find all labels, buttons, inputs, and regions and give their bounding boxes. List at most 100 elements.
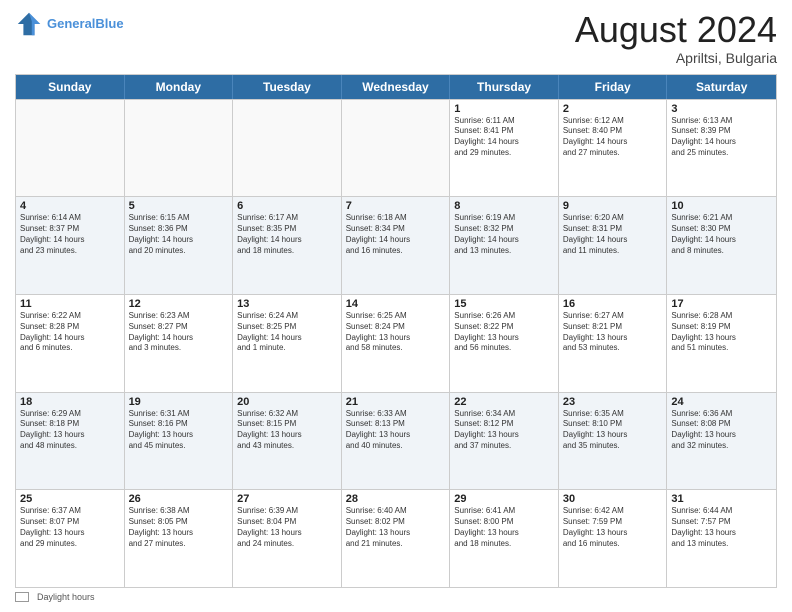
cell-info: Sunrise: 6:29 AMSunset: 8:18 PMDaylight:… — [20, 409, 120, 452]
day-number: 29 — [454, 493, 554, 505]
legend-box — [15, 592, 29, 602]
cell-info: Sunrise: 6:15 AMSunset: 8:36 PMDaylight:… — [129, 213, 229, 256]
legend-label: Daylight hours — [37, 592, 95, 602]
month-title: August 2024 — [575, 10, 777, 50]
calendar-cell: 27Sunrise: 6:39 AMSunset: 8:04 PMDayligh… — [233, 490, 342, 587]
day-number: 28 — [346, 493, 446, 505]
cell-info: Sunrise: 6:37 AMSunset: 8:07 PMDaylight:… — [20, 506, 120, 549]
cell-info: Sunrise: 6:34 AMSunset: 8:12 PMDaylight:… — [454, 409, 554, 452]
cell-info: Sunrise: 6:39 AMSunset: 8:04 PMDaylight:… — [237, 506, 337, 549]
day-number: 4 — [20, 200, 120, 212]
calendar-cell: 20Sunrise: 6:32 AMSunset: 8:15 PMDayligh… — [233, 393, 342, 490]
day-number: 25 — [20, 493, 120, 505]
day-number: 15 — [454, 298, 554, 310]
cell-info: Sunrise: 6:44 AMSunset: 7:57 PMDaylight:… — [671, 506, 772, 549]
day-number: 30 — [563, 493, 663, 505]
cell-info: Sunrise: 6:19 AMSunset: 8:32 PMDaylight:… — [454, 213, 554, 256]
day-number: 8 — [454, 200, 554, 212]
weekday-header-monday: Monday — [125, 75, 234, 99]
header: GeneralBlue August 2024 Apriltsi, Bulgar… — [15, 10, 777, 66]
calendar-cell — [125, 100, 234, 197]
day-number: 18 — [20, 396, 120, 408]
day-number: 23 — [563, 396, 663, 408]
calendar-cell: 18Sunrise: 6:29 AMSunset: 8:18 PMDayligh… — [16, 393, 125, 490]
calendar-cell: 10Sunrise: 6:21 AMSunset: 8:30 PMDayligh… — [667, 197, 776, 294]
calendar-row-4: 18Sunrise: 6:29 AMSunset: 8:18 PMDayligh… — [16, 392, 776, 490]
calendar-cell: 3Sunrise: 6:13 AMSunset: 8:39 PMDaylight… — [667, 100, 776, 197]
title-block: August 2024 Apriltsi, Bulgaria — [575, 10, 777, 66]
calendar-cell: 12Sunrise: 6:23 AMSunset: 8:27 PMDayligh… — [125, 295, 234, 392]
cell-info: Sunrise: 6:41 AMSunset: 8:00 PMDaylight:… — [454, 506, 554, 549]
day-number: 16 — [563, 298, 663, 310]
calendar-cell: 9Sunrise: 6:20 AMSunset: 8:31 PMDaylight… — [559, 197, 668, 294]
calendar-cell: 22Sunrise: 6:34 AMSunset: 8:12 PMDayligh… — [450, 393, 559, 490]
cell-info: Sunrise: 6:42 AMSunset: 7:59 PMDaylight:… — [563, 506, 663, 549]
calendar-cell: 15Sunrise: 6:26 AMSunset: 8:22 PMDayligh… — [450, 295, 559, 392]
calendar-cell: 17Sunrise: 6:28 AMSunset: 8:19 PMDayligh… — [667, 295, 776, 392]
calendar-cell: 31Sunrise: 6:44 AMSunset: 7:57 PMDayligh… — [667, 490, 776, 587]
cell-info: Sunrise: 6:25 AMSunset: 8:24 PMDaylight:… — [346, 311, 446, 354]
calendar-cell: 13Sunrise: 6:24 AMSunset: 8:25 PMDayligh… — [233, 295, 342, 392]
calendar-cell: 16Sunrise: 6:27 AMSunset: 8:21 PMDayligh… — [559, 295, 668, 392]
day-number: 20 — [237, 396, 337, 408]
calendar-cell: 26Sunrise: 6:38 AMSunset: 8:05 PMDayligh… — [125, 490, 234, 587]
cell-info: Sunrise: 6:20 AMSunset: 8:31 PMDaylight:… — [563, 213, 663, 256]
logo-icon — [15, 10, 43, 38]
calendar: SundayMondayTuesdayWednesdayThursdayFrid… — [15, 74, 777, 588]
weekday-header-tuesday: Tuesday — [233, 75, 342, 99]
calendar-cell: 2Sunrise: 6:12 AMSunset: 8:40 PMDaylight… — [559, 100, 668, 197]
calendar-cell: 8Sunrise: 6:19 AMSunset: 8:32 PMDaylight… — [450, 197, 559, 294]
day-number: 27 — [237, 493, 337, 505]
cell-info: Sunrise: 6:24 AMSunset: 8:25 PMDaylight:… — [237, 311, 337, 354]
calendar-row-3: 11Sunrise: 6:22 AMSunset: 8:28 PMDayligh… — [16, 294, 776, 392]
weekday-header-friday: Friday — [559, 75, 668, 99]
calendar-cell: 28Sunrise: 6:40 AMSunset: 8:02 PMDayligh… — [342, 490, 451, 587]
day-number: 5 — [129, 200, 229, 212]
cell-info: Sunrise: 6:17 AMSunset: 8:35 PMDaylight:… — [237, 213, 337, 256]
day-number: 6 — [237, 200, 337, 212]
calendar-cell: 11Sunrise: 6:22 AMSunset: 8:28 PMDayligh… — [16, 295, 125, 392]
calendar-cell: 1Sunrise: 6:11 AMSunset: 8:41 PMDaylight… — [450, 100, 559, 197]
calendar-cell: 6Sunrise: 6:17 AMSunset: 8:35 PMDaylight… — [233, 197, 342, 294]
logo-line2: Blue — [95, 16, 123, 31]
day-number: 3 — [671, 103, 772, 115]
day-number: 9 — [563, 200, 663, 212]
calendar-cell: 25Sunrise: 6:37 AMSunset: 8:07 PMDayligh… — [16, 490, 125, 587]
cell-info: Sunrise: 6:33 AMSunset: 8:13 PMDaylight:… — [346, 409, 446, 452]
cell-info: Sunrise: 6:21 AMSunset: 8:30 PMDaylight:… — [671, 213, 772, 256]
calendar-cell: 21Sunrise: 6:33 AMSunset: 8:13 PMDayligh… — [342, 393, 451, 490]
calendar-cell: 7Sunrise: 6:18 AMSunset: 8:34 PMDaylight… — [342, 197, 451, 294]
day-number: 24 — [671, 396, 772, 408]
cell-info: Sunrise: 6:23 AMSunset: 8:27 PMDaylight:… — [129, 311, 229, 354]
cell-info: Sunrise: 6:35 AMSunset: 8:10 PMDaylight:… — [563, 409, 663, 452]
calendar-cell: 14Sunrise: 6:25 AMSunset: 8:24 PMDayligh… — [342, 295, 451, 392]
cell-info: Sunrise: 6:36 AMSunset: 8:08 PMDaylight:… — [671, 409, 772, 452]
calendar-row-2: 4Sunrise: 6:14 AMSunset: 8:37 PMDaylight… — [16, 196, 776, 294]
cell-info: Sunrise: 6:14 AMSunset: 8:37 PMDaylight:… — [20, 213, 120, 256]
calendar-body: 1Sunrise: 6:11 AMSunset: 8:41 PMDaylight… — [16, 99, 776, 587]
day-number: 13 — [237, 298, 337, 310]
weekday-header-wednesday: Wednesday — [342, 75, 451, 99]
day-number: 21 — [346, 396, 446, 408]
calendar-cell — [233, 100, 342, 197]
calendar-cell: 30Sunrise: 6:42 AMSunset: 7:59 PMDayligh… — [559, 490, 668, 587]
cell-info: Sunrise: 6:18 AMSunset: 8:34 PMDaylight:… — [346, 213, 446, 256]
day-number: 17 — [671, 298, 772, 310]
cell-info: Sunrise: 6:31 AMSunset: 8:16 PMDaylight:… — [129, 409, 229, 452]
weekday-header-saturday: Saturday — [667, 75, 776, 99]
day-number: 22 — [454, 396, 554, 408]
calendar-cell: 19Sunrise: 6:31 AMSunset: 8:16 PMDayligh… — [125, 393, 234, 490]
cell-info: Sunrise: 6:28 AMSunset: 8:19 PMDaylight:… — [671, 311, 772, 354]
weekday-header-thursday: Thursday — [450, 75, 559, 99]
cell-info: Sunrise: 6:27 AMSunset: 8:21 PMDaylight:… — [563, 311, 663, 354]
day-number: 10 — [671, 200, 772, 212]
cell-info: Sunrise: 6:40 AMSunset: 8:02 PMDaylight:… — [346, 506, 446, 549]
day-number: 14 — [346, 298, 446, 310]
calendar-cell: 5Sunrise: 6:15 AMSunset: 8:36 PMDaylight… — [125, 197, 234, 294]
location-subtitle: Apriltsi, Bulgaria — [575, 50, 777, 66]
cell-info: Sunrise: 6:11 AMSunset: 8:41 PMDaylight:… — [454, 116, 554, 159]
cell-info: Sunrise: 6:13 AMSunset: 8:39 PMDaylight:… — [671, 116, 772, 159]
calendar-cell — [16, 100, 125, 197]
day-number: 12 — [129, 298, 229, 310]
day-number: 1 — [454, 103, 554, 115]
